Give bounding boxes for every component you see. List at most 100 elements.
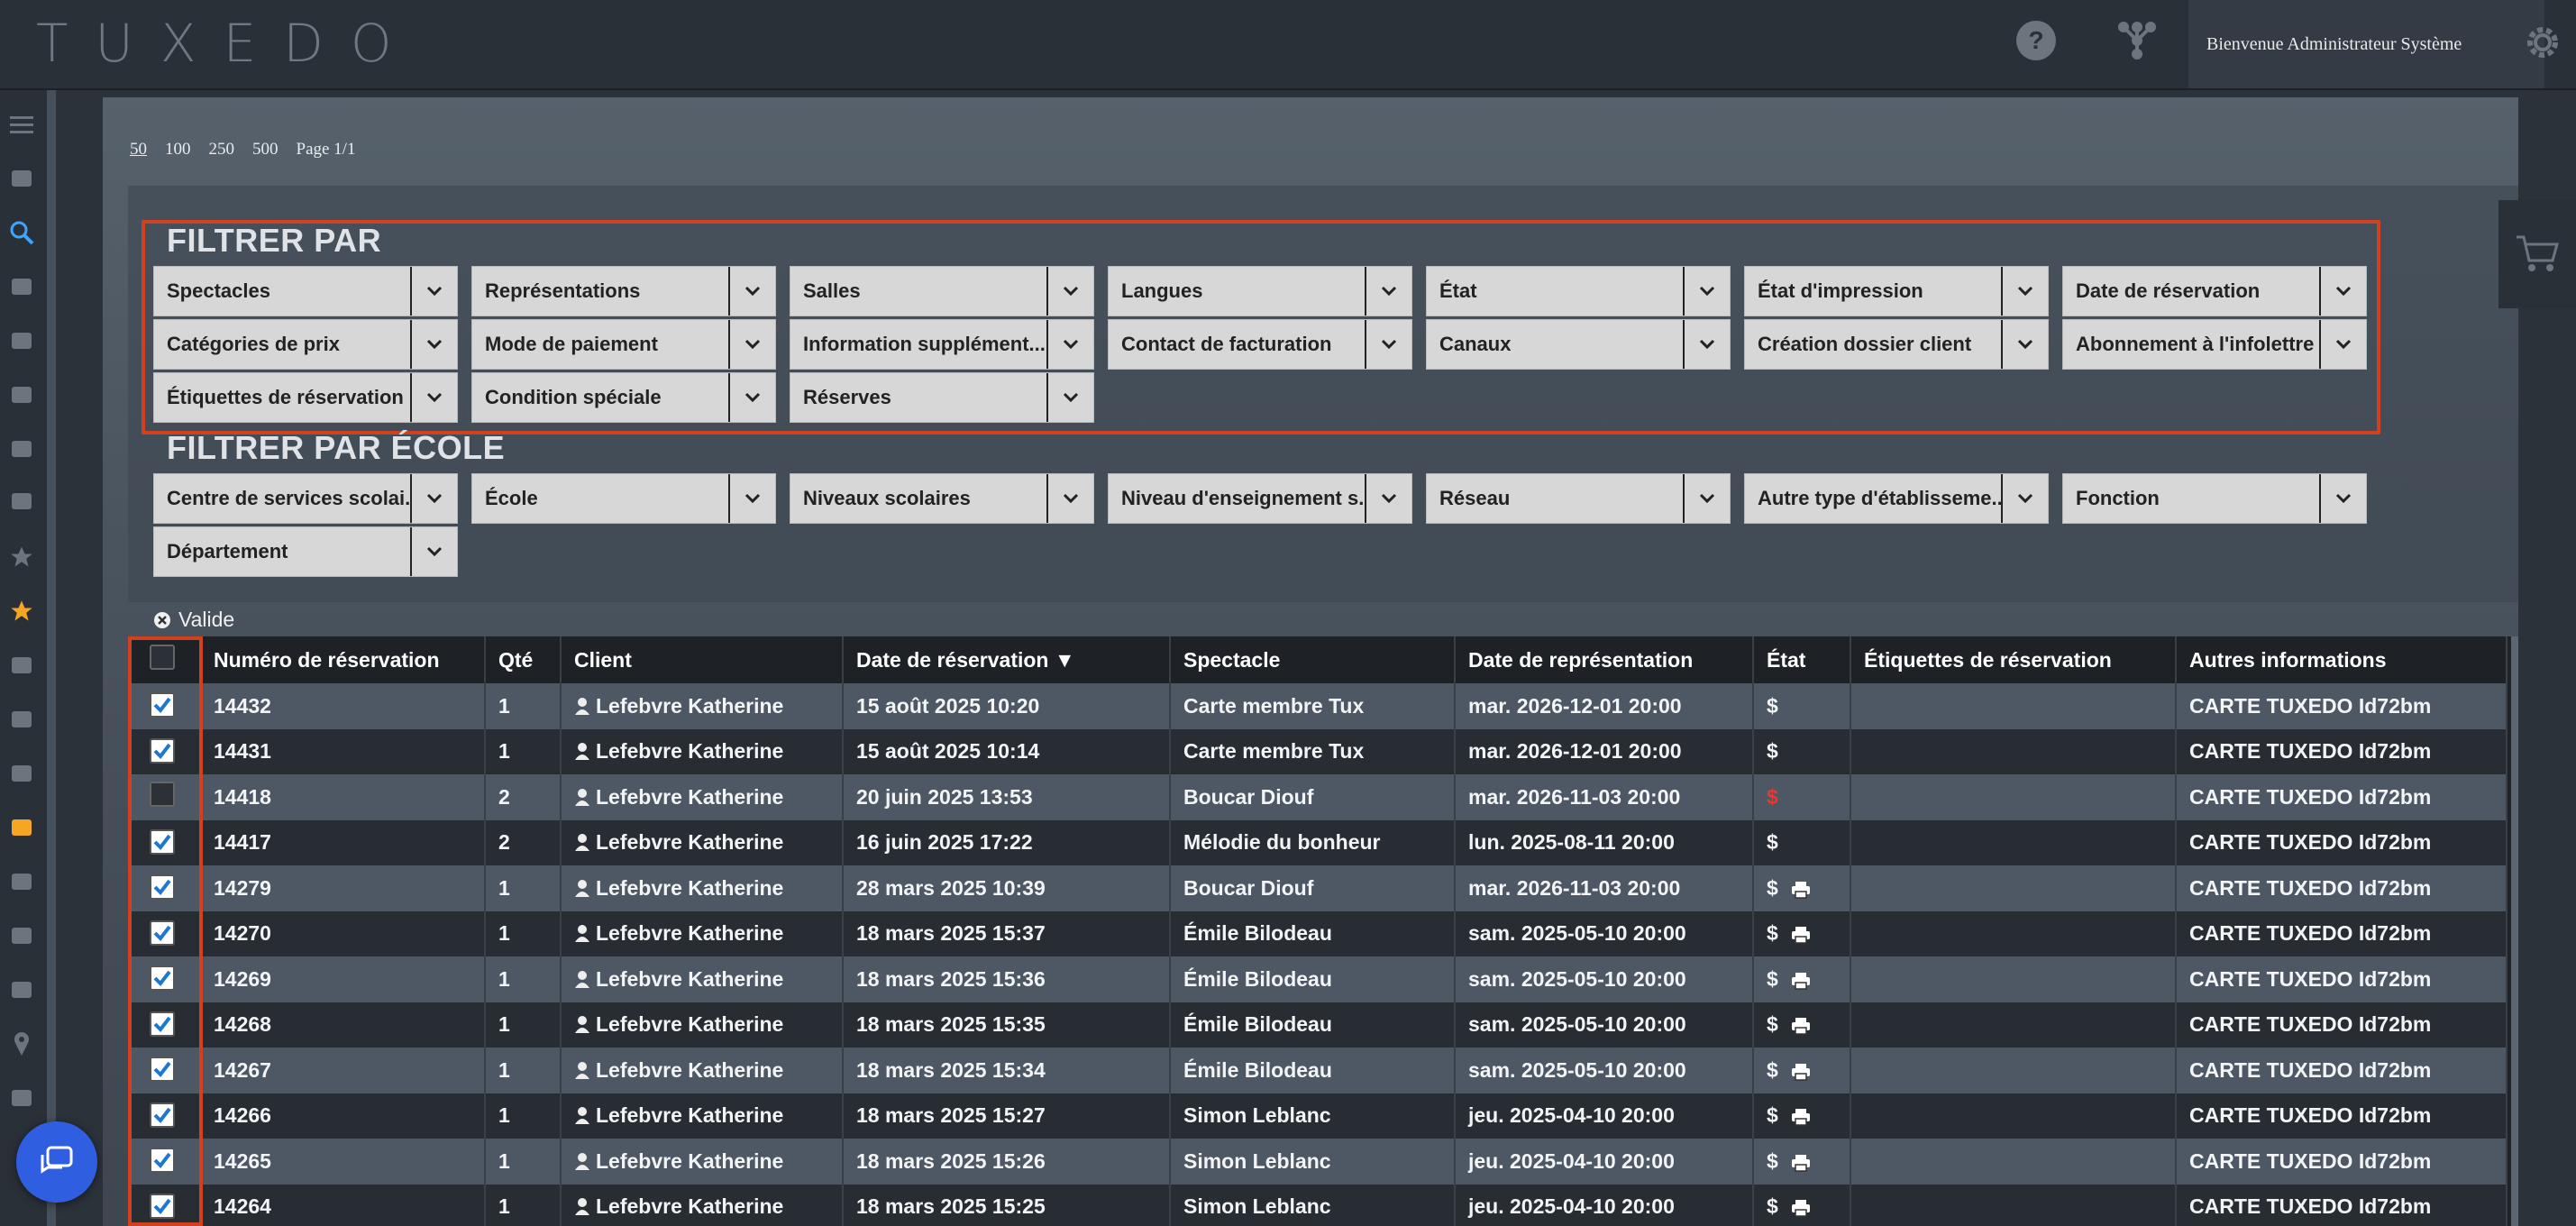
welcome-text[interactable]: Bienvenue Administrateur Système (2188, 0, 2544, 88)
table-row[interactable]: 14265 1 Lefebvre Katherine 18 mars 2025 15:… (128, 1139, 2507, 1185)
chevron-down-icon[interactable] (2321, 267, 2366, 316)
client-name[interactable]: Lefebvre Katherine (561, 728, 844, 774)
school-filter-dropdown[interactable]: Fonction (2062, 473, 2367, 524)
client-name[interactable]: Lefebvre Katherine (561, 865, 844, 911)
map-pin-icon[interactable] (0, 1026, 43, 1062)
page-size-option[interactable]: 100 (165, 140, 191, 160)
table-row[interactable]: 14417 2 Lefebvre Katherine 16 juin 2025 17:… (128, 819, 2507, 865)
client-name[interactable]: Lefebvre Katherine (561, 956, 844, 1002)
client-name[interactable]: Lefebvre Katherine (561, 1002, 844, 1048)
reservation-number[interactable]: 14432 (200, 683, 486, 729)
chevron-down-icon[interactable] (1366, 267, 1411, 316)
chevron-down-icon[interactable] (1685, 267, 1730, 316)
search-icon[interactable] (0, 215, 43, 251)
reservation-number[interactable]: 14431 (200, 728, 486, 774)
chevron-down-icon[interactable] (412, 267, 457, 316)
col-header-tags[interactable]: Étiquettes de réservation (1850, 636, 2177, 683)
briefcase-icon[interactable] (0, 1080, 43, 1116)
table-row[interactable]: 14431 1 Lefebvre Katherine 15 août 2025 10:… (128, 728, 2507, 774)
wand-icon[interactable] (0, 377, 43, 413)
chevron-down-icon[interactable] (730, 267, 775, 316)
col-header-perf-date[interactable]: Date de représentation (1455, 636, 1754, 683)
table-row[interactable]: 14279 1 Lefebvre Katherine 28 mars 2025 10:… (128, 865, 2507, 911)
page-size-option[interactable]: 500 (252, 140, 279, 160)
reservation-number[interactable]: 14417 (200, 819, 486, 865)
school-filter-dropdown[interactable]: École (471, 473, 776, 524)
app-logo[interactable]: TUXEDO (36, 13, 419, 74)
chevron-down-icon[interactable] (1685, 474, 1730, 523)
chevron-down-icon[interactable] (412, 474, 457, 523)
chevron-down-icon[interactable] (412, 373, 457, 422)
chevron-down-icon[interactable] (730, 320, 775, 369)
signpost-icon[interactable] (0, 972, 43, 1008)
filter-dropdown[interactable]: Abonnement à l'infolettre (2062, 319, 2367, 370)
chevron-down-icon[interactable] (1048, 320, 1093, 369)
table-row[interactable]: 14270 1 Lefebvre Katherine 18 mars 2025 15:… (128, 910, 2507, 956)
filter-dropdown[interactable]: Réserves (790, 372, 1094, 423)
col-header-res-date[interactable]: Date de réservation ▼ (843, 636, 1171, 683)
client-name[interactable]: Lefebvre Katherine (561, 1139, 844, 1185)
ticket-icon[interactable] (0, 160, 43, 197)
table-row[interactable]: 14264 1 Lefebvre Katherine 18 mars 2025 15:… (128, 1184, 2507, 1226)
col-header-info[interactable]: Autres informations (2176, 636, 2507, 683)
school-filter-dropdown[interactable]: Réseau (1426, 473, 1731, 524)
filter-dropdown[interactable]: Spectacles (153, 266, 458, 316)
client-name[interactable]: Lefebvre Katherine (561, 1048, 844, 1093)
chevron-down-icon[interactable] (412, 320, 457, 369)
chevron-down-icon[interactable] (730, 474, 775, 523)
filter-dropdown[interactable]: Salles (790, 266, 1094, 316)
filter-dropdown[interactable]: Canaux (1426, 319, 1731, 370)
tools-icon[interactable] (0, 918, 43, 954)
help-icon[interactable]: ? (2015, 20, 2057, 61)
mobile-icon[interactable] (0, 864, 43, 900)
send-icon[interactable] (0, 483, 43, 519)
tags-icon[interactable] (0, 431, 43, 467)
menu-icon[interactable] (0, 106, 43, 142)
table-row[interactable]: 14269 1 Lefebvre Katherine 18 mars 2025 15:… (128, 956, 2507, 1002)
table-row[interactable]: 14266 1 Lefebvre Katherine 18 mars 2025 15:… (128, 1093, 2507, 1139)
chevron-down-icon[interactable] (730, 373, 775, 422)
school-filter-dropdown[interactable]: Autre type d'établisseme... (1744, 473, 2049, 524)
reservation-number[interactable]: 14268 (200, 1002, 486, 1048)
filter-dropdown[interactable]: État d'impression (1744, 266, 2049, 316)
reservation-number[interactable]: 14265 (200, 1139, 486, 1185)
active-filter-chip[interactable]: Valide (153, 608, 234, 632)
reservation-number[interactable]: 14270 (200, 910, 486, 956)
price-tag-icon[interactable] (0, 755, 43, 791)
table-row[interactable]: 14267 1 Lefebvre Katherine 18 mars 2025 15:… (128, 1048, 2507, 1093)
client-name[interactable]: Lefebvre Katherine (561, 910, 844, 956)
filter-dropdown[interactable]: Représentations (471, 266, 776, 316)
reservation-number[interactable]: 14269 (200, 956, 486, 1002)
page-size-option[interactable]: 50 (130, 140, 147, 160)
filter-dropdown[interactable]: Information supplément... (790, 319, 1094, 370)
client-name[interactable]: Lefebvre Katherine (561, 819, 844, 865)
reservation-number[interactable]: 14279 (200, 865, 486, 911)
client-name[interactable]: Lefebvre Katherine (561, 683, 844, 729)
page-size-option[interactable]: 250 (209, 140, 235, 160)
table-row[interactable]: 14268 1 Lefebvre Katherine 18 mars 2025 15:… (128, 1002, 2507, 1048)
table-row[interactable]: 14418 2 Lefebvre Katherine 20 juin 2025 13:… (128, 774, 2507, 820)
gear-icon[interactable] (2524, 23, 2562, 66)
filter-dropdown[interactable]: Étiquettes de réservation (153, 372, 458, 423)
col-header-state[interactable]: État (1753, 636, 1851, 683)
table-row[interactable]: 14432 1 Lefebvre Katherine 15 août 2025 10:… (128, 683, 2507, 729)
reservation-number[interactable]: 14266 (200, 1093, 486, 1139)
id-card-icon[interactable] (0, 701, 43, 737)
school-filter-dropdown[interactable]: Niveau d'enseignement s... (1108, 473, 1412, 524)
col-header-qty[interactable]: Qté (485, 636, 562, 683)
star-filled-icon[interactable] (0, 593, 43, 629)
star-icon[interactable] (0, 539, 43, 575)
chevron-down-icon[interactable] (2321, 474, 2366, 523)
col-header-number[interactable]: Numéro de réservation (200, 636, 486, 683)
remove-filter-icon[interactable] (153, 611, 171, 629)
reservation-number[interactable]: 14264 (200, 1184, 486, 1226)
filter-dropdown[interactable]: Création dossier client (1744, 319, 2049, 370)
filter-dropdown[interactable]: Mode de paiement (471, 319, 776, 370)
reservation-number[interactable]: 14267 (200, 1048, 486, 1093)
filter-dropdown[interactable]: État (1426, 266, 1731, 316)
filter-dropdown[interactable]: Catégories de prix (153, 319, 458, 370)
chevron-down-icon[interactable] (2321, 320, 2366, 369)
chevron-down-icon[interactable] (1048, 373, 1093, 422)
reservation-number[interactable]: 14418 (200, 774, 486, 820)
chevron-down-icon[interactable] (1366, 320, 1411, 369)
